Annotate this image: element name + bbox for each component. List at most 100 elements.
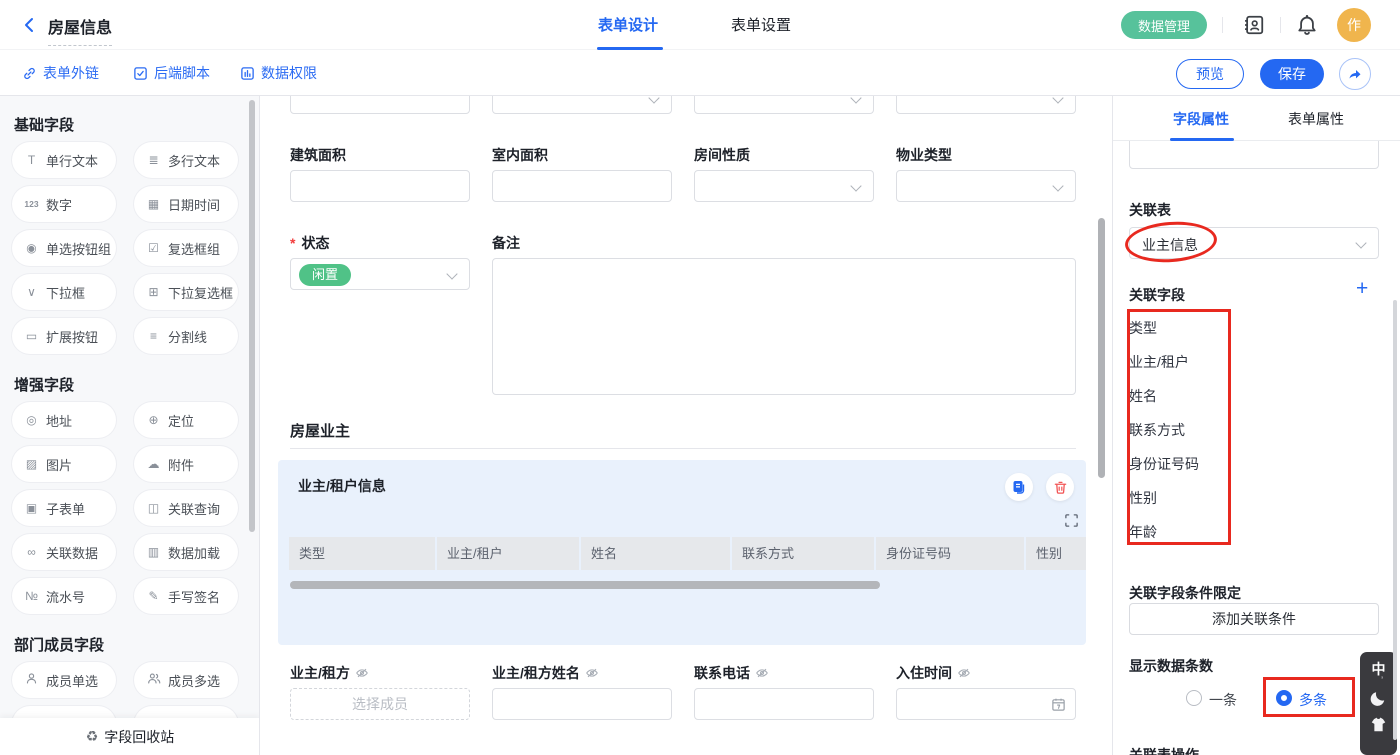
section-divider — [290, 448, 1076, 449]
share-button[interactable] — [1339, 58, 1371, 90]
field-recycle-bin-button[interactable]: ♻ 字段回收站 — [0, 718, 260, 755]
notification-bell-icon[interactable] — [1296, 14, 1318, 36]
theme-shirt-icon[interactable] — [1369, 716, 1388, 734]
select-partial[interactable] — [694, 96, 874, 114]
field-data-load[interactable]: ▥数据加载 — [134, 534, 238, 570]
field-label-owner-name: 业主/租方姓名 — [492, 663, 599, 683]
radio-multi-row[interactable] — [1276, 690, 1292, 706]
related-field-item[interactable]: 姓名 — [1129, 386, 1157, 406]
canvas-scrollbar[interactable] — [1098, 218, 1105, 478]
sidebar-scrollbar[interactable] — [249, 100, 255, 532]
building-area-input[interactable] — [290, 170, 470, 202]
remark-textarea[interactable] — [492, 258, 1076, 395]
chevron-down-icon — [1052, 180, 1063, 191]
field-text[interactable]: T单行文本 — [12, 142, 116, 178]
header-divider — [1222, 17, 1223, 33]
field-number[interactable]: 123数字 — [12, 186, 116, 222]
backend-script-button[interactable]: 后端脚本 — [133, 63, 210, 83]
language-toggle-icon[interactable]: 中 — [1360, 659, 1397, 679]
save-button[interactable]: 保存 — [1260, 59, 1324, 89]
required-mark: * — [290, 235, 295, 251]
field-checkbox-group[interactable]: ☑复选框组 — [134, 230, 238, 266]
duplicate-button[interactable] — [1005, 473, 1033, 501]
header: 房屋信息 表单设计 表单设置 数据管理 作 — [0, 0, 1400, 50]
field-extend-button[interactable]: ▭扩展按钮 — [12, 318, 116, 354]
field-textarea[interactable]: ≣多行文本 — [134, 142, 238, 178]
radio-single-row-label[interactable]: 一条 — [1209, 690, 1237, 710]
field-related-data[interactable]: ∞关联数据 — [12, 534, 116, 570]
field-member-multi[interactable]: 成员多选 — [134, 662, 238, 698]
field-signature[interactable]: ✎手写签名 — [134, 578, 238, 614]
expand-fullscreen-icon[interactable] — [1064, 513, 1079, 528]
contacts-icon[interactable] — [1243, 14, 1265, 36]
sub-toolbar: 表单外链 后端脚本 数据权限 预览 保存 — [0, 50, 1400, 96]
field-divider[interactable]: ≡分割线 — [134, 318, 238, 354]
field-radio-group[interactable]: ◉单选按钮组 — [12, 230, 116, 266]
related-field-item[interactable]: 联系方式 — [1129, 420, 1185, 440]
indoor-area-input[interactable] — [492, 170, 672, 202]
data-manage-button[interactable]: 数据管理 — [1121, 11, 1207, 39]
move-in-date-input[interactable] — [896, 688, 1076, 720]
field-lookup[interactable]: ◫关联查询 — [134, 490, 238, 526]
field-datetime[interactable]: ▦日期时间 — [134, 186, 238, 222]
related-table-select[interactable]: 业主信息 — [1129, 227, 1379, 259]
link-chain-icon: ∞ — [24, 545, 39, 559]
panel-partial-input[interactable] — [1129, 141, 1379, 169]
room-nature-select[interactable] — [694, 170, 874, 202]
back-button[interactable] — [20, 15, 40, 35]
data-permission-button[interactable]: 数据权限 — [240, 63, 317, 83]
form-external-link-button[interactable]: 表单外链 — [22, 63, 99, 83]
related-field-item[interactable]: 类型 — [1129, 318, 1157, 338]
phone-input[interactable] — [694, 688, 874, 720]
field-location[interactable]: ⊕定位 — [134, 402, 238, 438]
radio-single-row[interactable] — [1186, 690, 1202, 706]
field-serial-number[interactable]: №流水号 — [12, 578, 116, 614]
input-partial[interactable] — [290, 96, 470, 114]
dark-mode-moon-icon[interactable] — [1369, 688, 1388, 708]
select-partial[interactable] — [492, 96, 672, 114]
related-field-item[interactable]: 身份证号码 — [1129, 454, 1199, 474]
eye-off-icon — [585, 666, 599, 680]
form-canvas[interactable]: 建筑面积 室内面积 房间性质 物业类型 *状态 闲置 备注 房屋业主 业主/租户… — [260, 96, 1112, 755]
subform-owner-tenant-info[interactable]: 业主/租户信息 类型 业主/租户 姓名 联系方式 身份证号码 性别 — [278, 460, 1086, 645]
field-address[interactable]: ◎地址 — [12, 402, 116, 438]
field-image[interactable]: ▨图片 — [12, 446, 116, 482]
related-field-item[interactable]: 性别 — [1129, 488, 1157, 508]
tab-form-settings[interactable]: 表单设置 — [731, 14, 791, 35]
property-type-select[interactable] — [896, 170, 1076, 202]
select-partial[interactable] — [896, 96, 1076, 114]
field-label: 子表单 — [46, 499, 85, 518]
status-label-text: 状态 — [301, 233, 329, 253]
tab-form-design[interactable]: 表单设计 — [598, 14, 658, 35]
owner-name-input[interactable] — [492, 688, 672, 720]
add-condition-button[interactable]: 添加关联条件 — [1129, 603, 1379, 635]
subform-horizontal-scrollbar[interactable] — [290, 581, 880, 589]
page-title[interactable]: 房屋信息 — [48, 14, 112, 46]
people-icon — [146, 672, 161, 688]
radio-icon: ◉ — [24, 241, 39, 255]
related-field-item[interactable]: 年龄 — [1129, 522, 1157, 542]
field-label: 图片 — [46, 455, 72, 474]
preview-button[interactable]: 预览 — [1176, 59, 1244, 89]
user-avatar[interactable]: 作 — [1337, 8, 1371, 42]
add-related-field-plus-icon[interactable]: + — [1356, 277, 1368, 301]
field-select[interactable]: ∨下拉框 — [12, 274, 116, 310]
delete-button[interactable] — [1046, 473, 1074, 501]
radio-multi-row-label[interactable]: 多条 — [1299, 690, 1327, 710]
status-select[interactable]: 闲置 — [290, 258, 470, 290]
field-label: 手写签名 — [168, 587, 220, 606]
related-field-item[interactable]: 业主/租户 — [1129, 352, 1189, 372]
tab-field-properties[interactable]: 字段属性 — [1173, 109, 1229, 129]
panel-scrollbar[interactable] — [1393, 300, 1397, 740]
field-subform[interactable]: ▣子表单 — [12, 490, 116, 526]
field-label: 扩展按钮 — [46, 327, 98, 346]
owner-section-title: 房屋业主 — [290, 420, 350, 441]
member-picker-input[interactable]: 选择成员 — [290, 688, 470, 720]
tab-form-properties[interactable]: 表单属性 — [1288, 109, 1344, 129]
checkbox-icon: ☑ — [146, 241, 161, 255]
recycle-icon: ♻ — [86, 728, 99, 745]
pin-icon: ◎ — [24, 413, 39, 427]
field-member-single[interactable]: 成员单选 — [12, 662, 116, 698]
field-attachment[interactable]: ☁附件 — [134, 446, 238, 482]
field-multi-select[interactable]: ⊞下拉复选框 — [134, 274, 238, 310]
